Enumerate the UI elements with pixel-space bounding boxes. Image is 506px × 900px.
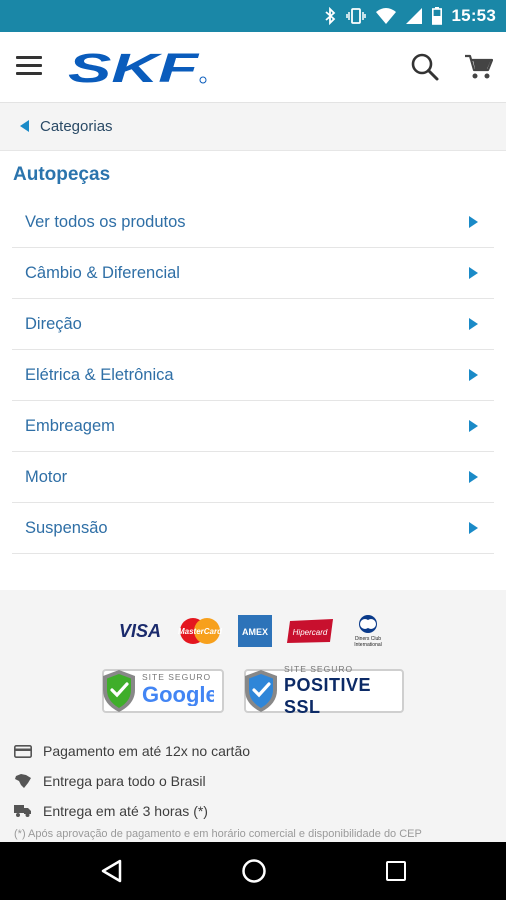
battery-icon xyxy=(431,7,442,25)
credit-card-icon xyxy=(14,744,32,758)
feature-item: Entrega para todo o Brasil xyxy=(14,766,250,796)
seal-ssl-text: POSITIVE SSL xyxy=(284,675,372,717)
status-bar: 15:53 xyxy=(0,0,506,32)
category-item-label[interactable]: Suspensão xyxy=(25,519,108,538)
svg-text:VISA: VISA xyxy=(119,621,161,641)
search-icon[interactable] xyxy=(410,52,440,82)
svg-text:Google: Google xyxy=(142,682,214,706)
app-bar: SKF xyxy=(0,32,506,103)
chevron-right-icon xyxy=(469,216,478,228)
category-item-label[interactable]: Câmbio & Diferencial xyxy=(25,264,180,283)
footnote: (*) Após aprovação de pagamento e em hor… xyxy=(14,828,422,840)
breadcrumb[interactable]: Categorias xyxy=(0,103,506,151)
feature-item: Pagamento em até 12x no cartão xyxy=(14,736,250,766)
security-seals: SITE SEGURO Google SITE SEGURO POSITIVE … xyxy=(0,664,506,717)
category-item-label[interactable]: Motor xyxy=(25,468,67,487)
mastercard-logo: MasterCard xyxy=(178,618,223,644)
svg-text:AMEX: AMEX xyxy=(242,627,268,637)
shield-check-icon xyxy=(245,670,277,712)
chevron-right-icon xyxy=(469,522,478,534)
skf-logo-text: SKF xyxy=(68,50,200,86)
wifi-icon xyxy=(375,8,396,24)
feature-item: Entrega em até 3 horas (*) xyxy=(14,796,250,826)
amex-logo: AMEX xyxy=(238,615,272,647)
google-secure-seal[interactable]: SITE SEGURO Google xyxy=(102,668,224,714)
feature-text: Entrega para todo o Brasil xyxy=(43,773,206,789)
category-item-suspensao[interactable]: Suspensão xyxy=(12,503,494,554)
bluetooth-icon xyxy=(324,7,335,25)
category-item-label[interactable]: Direção xyxy=(25,315,82,334)
category-item-cambio[interactable]: Câmbio & Diferencial xyxy=(12,248,494,299)
chevron-right-icon xyxy=(469,369,478,381)
breadcrumb-label[interactable]: Categorias xyxy=(40,118,113,135)
visa-logo: VISA xyxy=(119,621,161,641)
category-item-ver-todos[interactable]: Ver todos os produtos xyxy=(12,197,494,248)
category-title: Autopeças xyxy=(13,164,111,185)
feature-text: Pagamento em até 12x no cartão xyxy=(43,743,251,759)
cart-icon[interactable] xyxy=(465,54,493,80)
delivery-truck-icon xyxy=(14,804,32,818)
system-nav-bar xyxy=(0,842,506,900)
nav-recents-icon[interactable] xyxy=(386,861,406,881)
feature-text: Entrega em até 3 horas (*) xyxy=(43,803,208,819)
chevron-right-icon xyxy=(469,420,478,432)
category-item-label[interactable]: Embreagem xyxy=(25,417,115,436)
status-time: 15:53 xyxy=(451,6,496,25)
category-item-eletrica[interactable]: Elétrica & Eletrônica xyxy=(12,350,494,401)
brazil-map-icon xyxy=(14,774,32,788)
diners-logo: Diners Club International xyxy=(354,615,382,648)
menu-icon[interactable] xyxy=(16,56,42,76)
category-item-direcao[interactable]: Direção xyxy=(12,299,494,350)
category-item-label[interactable]: Ver todos os produtos xyxy=(25,213,186,232)
feature-list: Pagamento em até 12x no cartão Entrega p… xyxy=(14,736,250,826)
vibrate-icon xyxy=(345,8,366,24)
svg-text:MasterCard: MasterCard xyxy=(178,627,223,636)
status-icons: 15:53 xyxy=(324,0,496,32)
hipercard-logo: Hipercard xyxy=(287,619,333,643)
category-item-label[interactable]: Elétrica & Eletrônica xyxy=(25,366,174,385)
category-list: Ver todos os produtos Câmbio & Diferenci… xyxy=(12,197,494,554)
seal-caption: SITE SEGURO xyxy=(142,671,212,682)
footer: VISA MasterCard AMEX Hipercard Diners Cl… xyxy=(0,590,506,842)
svg-text:Hipercard: Hipercard xyxy=(293,628,328,637)
signal-icon xyxy=(405,8,422,24)
shield-check-icon xyxy=(103,670,135,712)
chevron-right-icon xyxy=(469,471,478,483)
positive-ssl-seal[interactable]: SITE SEGURO POSITIVE SSL xyxy=(244,664,404,717)
nav-back-icon[interactable] xyxy=(100,859,122,883)
category-item-motor[interactable]: Motor xyxy=(12,452,494,503)
seal-google-text: Google xyxy=(142,682,218,711)
chevron-right-icon xyxy=(469,267,478,279)
category-item-embreagem[interactable]: Embreagem xyxy=(12,401,494,452)
svg-text:International: International xyxy=(354,642,382,648)
payment-methods: VISA MasterCard AMEX Hipercard Diners Cl… xyxy=(0,612,506,650)
seal-caption: SITE SEGURO xyxy=(284,664,354,674)
skf-logo[interactable]: SKF xyxy=(68,50,208,86)
nav-home-icon[interactable] xyxy=(241,858,267,884)
back-arrow-icon[interactable] xyxy=(20,120,29,132)
chevron-right-icon xyxy=(469,318,478,330)
